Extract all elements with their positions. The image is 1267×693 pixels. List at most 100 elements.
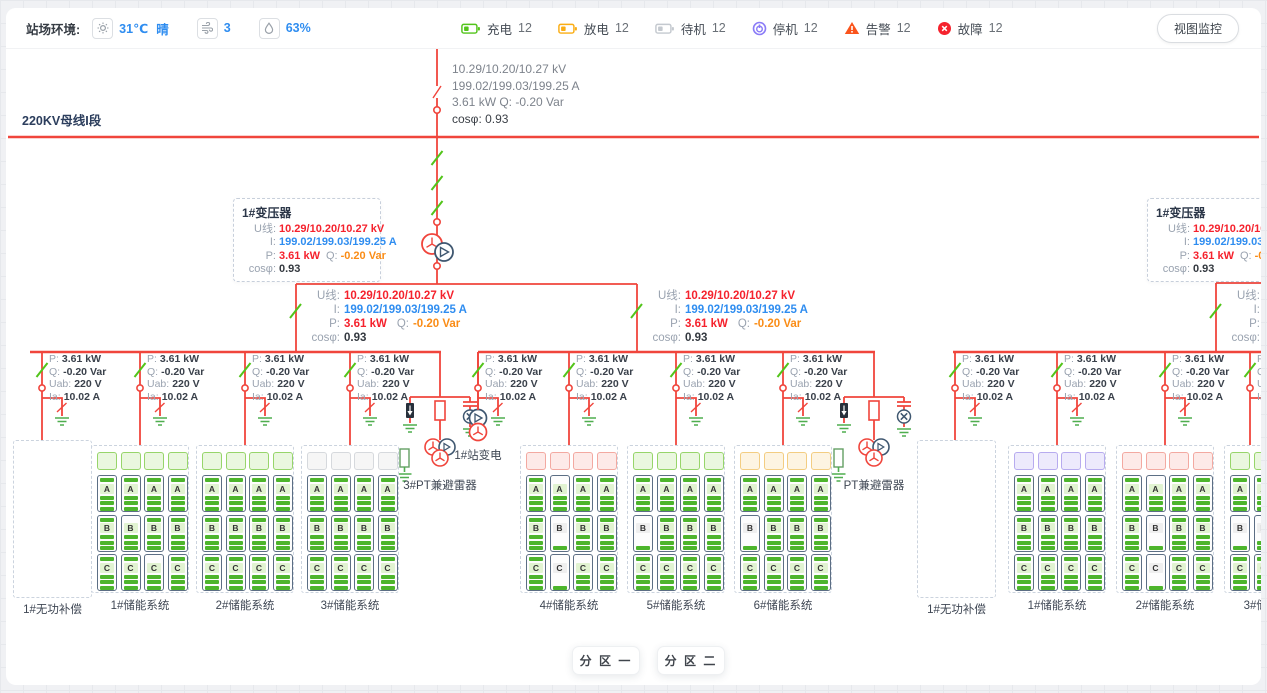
battery-cluster[interactable]: A [307,475,327,512]
battery-cluster[interactable]: B [1038,515,1058,552]
battery-cluster[interactable]: B [811,515,831,552]
battery-cluster[interactable]: B [1193,515,1213,552]
storage-system-box[interactable]: AAAABBBBCCCC [1008,445,1106,593]
battery-cluster[interactable]: C [787,554,807,591]
pcs-unit[interactable] [1061,452,1081,470]
battery-cluster[interactable]: A [597,475,617,512]
battery-cluster[interactable]: B [1085,515,1105,552]
storage-system-box[interactable]: AAAABBBBCCCC [734,445,832,593]
battery-cluster[interactable]: B [764,515,784,552]
pcs-unit[interactable] [202,452,222,470]
battery-cluster[interactable]: B [307,515,327,552]
battery-cluster[interactable]: B [740,515,760,552]
battery-cluster[interactable]: A [1193,475,1213,512]
battery-cluster[interactable]: C [249,554,269,591]
battery-cluster[interactable]: B [550,515,570,552]
battery-cluster[interactable]: C [680,554,700,591]
battery-cluster[interactable]: C [1038,554,1058,591]
view-monitor-button[interactable]: 视图监控 [1157,14,1239,43]
battery-cluster[interactable]: B [1014,515,1034,552]
battery-cluster[interactable]: C [97,554,117,591]
pcs-unit[interactable] [764,452,784,470]
battery-cluster[interactable]: A [121,475,141,512]
battery-cluster[interactable]: B [168,515,188,552]
pcs-unit[interactable] [378,452,398,470]
battery-cluster[interactable]: B [704,515,724,552]
battery-cluster[interactable]: B [331,515,351,552]
battery-cluster[interactable]: B [97,515,117,552]
battery-cluster[interactable]: A [1146,475,1166,512]
pcs-unit[interactable] [597,452,617,470]
compensation-box-left[interactable] [13,440,92,598]
pcs-unit[interactable] [1230,452,1250,470]
battery-cluster[interactable]: C [202,554,222,591]
pcs-unit[interactable] [1085,452,1105,470]
battery-cluster[interactable]: A [764,475,784,512]
pcs-unit[interactable] [273,452,293,470]
pcs-unit[interactable] [97,452,117,470]
battery-cluster[interactable]: B [1061,515,1081,552]
battery-cluster[interactable]: A [1254,475,1262,512]
pcs-unit[interactable] [1014,452,1034,470]
battery-cluster[interactable]: C [1122,554,1142,591]
battery-cluster[interactable]: B [249,515,269,552]
battery-cluster[interactable]: C [226,554,246,591]
battery-cluster[interactable]: A [740,475,760,512]
compensation-box-right[interactable] [917,440,996,598]
pcs-unit[interactable] [573,452,593,470]
pcs-unit[interactable] [121,452,141,470]
battery-cluster[interactable]: A [354,475,374,512]
battery-cluster[interactable]: A [1014,475,1034,512]
pcs-unit[interactable] [168,452,188,470]
battery-cluster[interactable]: A [1169,475,1189,512]
battery-cluster[interactable]: B [1254,515,1262,552]
battery-cluster[interactable]: A [680,475,700,512]
pcs-unit[interactable] [1254,452,1262,470]
battery-cluster[interactable]: A [144,475,164,512]
storage-system-box[interactable]: AAAABBBBCCCC [1224,445,1261,593]
battery-cluster[interactable]: B [526,515,546,552]
battery-cluster[interactable]: C [1014,554,1034,591]
battery-cluster[interactable]: B [1146,515,1166,552]
battery-cluster[interactable]: B [378,515,398,552]
pcs-unit[interactable] [1193,452,1213,470]
battery-cluster[interactable]: C [1254,554,1262,591]
storage-system-box[interactable]: AAAABBBBCCCC [520,445,618,593]
battery-cluster[interactable]: B [121,515,141,552]
battery-cluster[interactable]: B [144,515,164,552]
battery-cluster[interactable]: A [97,475,117,512]
battery-cluster[interactable]: C [307,554,327,591]
battery-cluster[interactable]: C [704,554,724,591]
battery-cluster[interactable]: A [550,475,570,512]
battery-cluster[interactable]: B [226,515,246,552]
battery-cluster[interactable]: C [144,554,164,591]
battery-cluster[interactable]: C [526,554,546,591]
battery-cluster[interactable]: B [202,515,222,552]
battery-cluster[interactable]: C [1169,554,1189,591]
zone-two-button[interactable]: 分 区 二 [657,646,725,675]
pcs-unit[interactable] [704,452,724,470]
storage-system-box[interactable]: AAAABBBBCCCC [91,445,189,593]
battery-cluster[interactable]: C [1085,554,1105,591]
battery-cluster[interactable]: A [1061,475,1081,512]
battery-cluster[interactable]: A [1230,475,1250,512]
pcs-unit[interactable] [633,452,653,470]
battery-cluster[interactable]: C [573,554,593,591]
battery-cluster[interactable]: C [331,554,351,591]
pcs-unit[interactable] [144,452,164,470]
battery-cluster[interactable]: C [378,554,398,591]
battery-cluster[interactable]: A [249,475,269,512]
battery-cluster[interactable]: A [378,475,398,512]
battery-cluster[interactable]: C [1193,554,1213,591]
pcs-unit[interactable] [249,452,269,470]
battery-cluster[interactable]: C [1061,554,1081,591]
pcs-unit[interactable] [526,452,546,470]
battery-cluster[interactable]: A [787,475,807,512]
battery-cluster[interactable]: C [633,554,653,591]
pcs-unit[interactable] [1169,452,1189,470]
battery-cluster[interactable]: B [1230,515,1250,552]
battery-cluster[interactable]: A [202,475,222,512]
pcs-unit[interactable] [226,452,246,470]
battery-cluster[interactable]: C [811,554,831,591]
battery-cluster[interactable]: C [597,554,617,591]
